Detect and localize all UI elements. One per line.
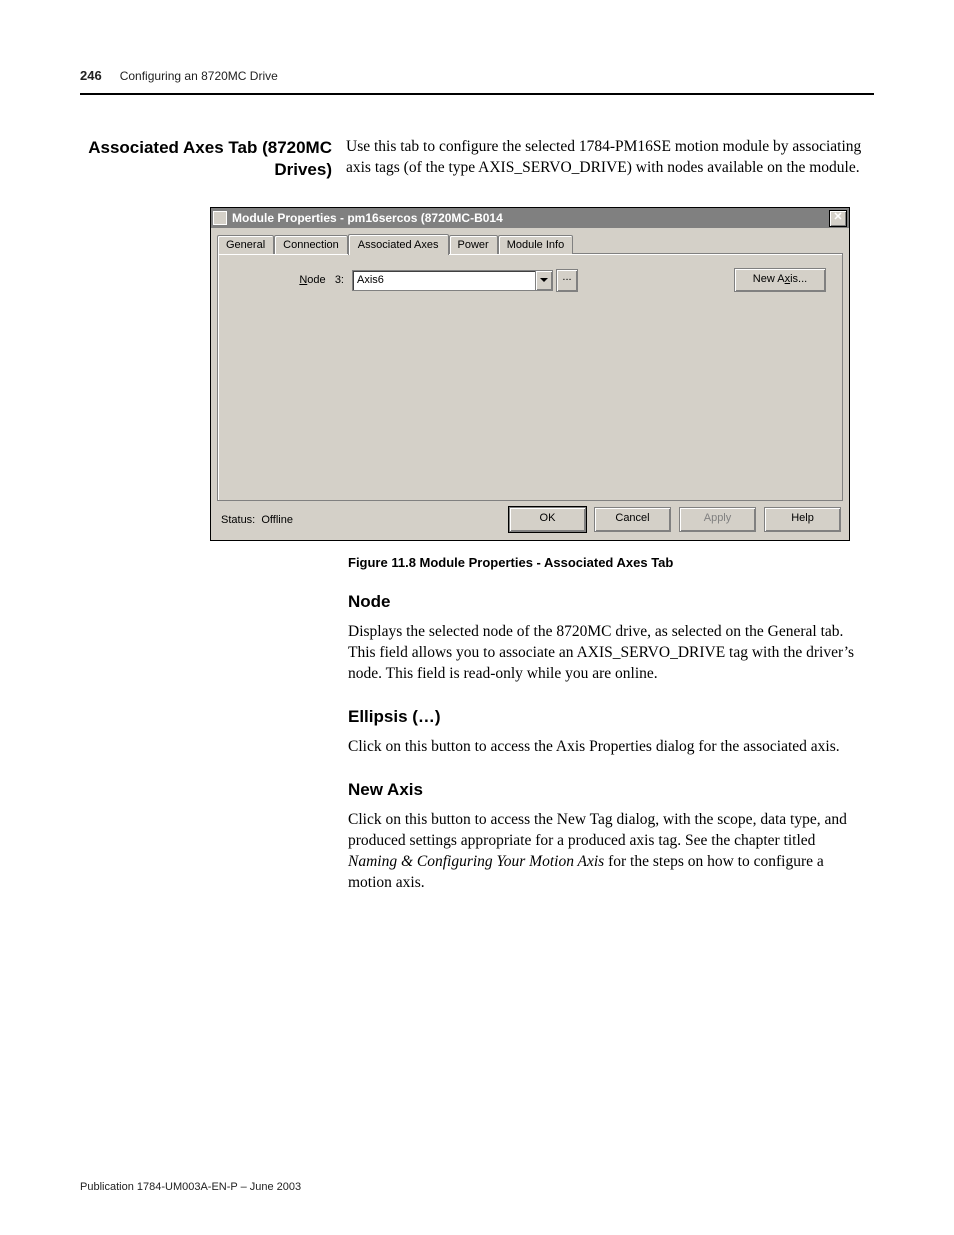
module-properties-dialog: Module Properties - pm16sercos (8720MC-B… xyxy=(210,207,850,541)
window-icon xyxy=(213,211,227,225)
new-axis-button[interactable]: New Axis... xyxy=(734,268,826,292)
heading-ellipsis: Ellipsis (…) xyxy=(348,707,864,727)
node-label: Node 3: xyxy=(234,274,352,286)
ellipsis-button[interactable]: ... xyxy=(556,269,578,292)
node-row: Node 3: ... New Axis... xyxy=(234,268,826,292)
dialog-screenshot: Module Properties - pm16sercos (8720MC-B… xyxy=(210,207,850,541)
tab-general[interactable]: General xyxy=(217,235,274,254)
running-header: 246 Configuring an 8720MC Drive xyxy=(80,68,874,95)
tab-power[interactable]: Power xyxy=(449,235,498,254)
heading-node: Node xyxy=(348,592,864,612)
tab-module-info[interactable]: Module Info xyxy=(498,235,573,254)
ok-button[interactable]: OK xyxy=(509,507,586,532)
paragraph-node: Displays the selected node of the 8720MC… xyxy=(348,622,864,685)
chevron-down-icon xyxy=(540,278,548,282)
heading-new-axis: New Axis xyxy=(348,780,864,800)
new-axis-suffix: is... xyxy=(790,273,807,285)
section-intro: Associated Axes Tab (8720MC Drives) Use … xyxy=(80,137,874,181)
intro-paragraph: Use this tab to configure the selected 1… xyxy=(346,137,874,181)
node-label-rest: ode 3: xyxy=(307,274,344,286)
tab-page-associated-axes: Node 3: ... New Axis... xyxy=(217,253,843,501)
dialog-footer: Status: Offline OK Cancel Apply Help xyxy=(211,501,849,540)
section-heading-line2: Drives) xyxy=(80,159,332,181)
body-text: Node Displays the selected node of the 8… xyxy=(348,592,864,893)
cancel-button[interactable]: Cancel xyxy=(594,507,671,532)
tab-connection[interactable]: Connection xyxy=(274,235,348,254)
axis-combobox-input[interactable] xyxy=(352,270,536,291)
tabs-area: General Connection Associated Axes Power… xyxy=(211,228,849,501)
help-button[interactable]: Help xyxy=(764,507,841,532)
titlebar: Module Properties - pm16sercos (8720MC-B… xyxy=(211,208,849,228)
page-number: 246 xyxy=(80,68,102,83)
chapter-title: Configuring an 8720MC Drive xyxy=(120,69,278,83)
paragraph-new-axis: Click on this button to access the New T… xyxy=(348,810,864,894)
close-button[interactable]: ✕ xyxy=(829,210,847,227)
axis-combobox xyxy=(352,270,553,291)
page: 246 Configuring an 8720MC Drive Associat… xyxy=(0,0,954,1235)
publication-footer: Publication 1784-UM003A-EN-P – June 2003 xyxy=(80,1181,301,1193)
new-axis-body-prefix: Click on this button to access the New T… xyxy=(348,811,847,849)
axis-combobox-dropdown-button[interactable] xyxy=(536,270,553,291)
figure-caption: Figure 11.8 Module Properties - Associat… xyxy=(348,555,874,570)
tabstrip: General Connection Associated Axes Power… xyxy=(217,234,843,254)
paragraph-ellipsis: Click on this button to access the Axis … xyxy=(348,737,864,758)
new-axis-prefix: New A xyxy=(753,273,785,285)
section-heading: Associated Axes Tab (8720MC Drives) xyxy=(80,137,332,181)
window-title: Module Properties - pm16sercos (8720MC-B… xyxy=(232,211,824,225)
apply-button: Apply xyxy=(679,507,756,532)
tab-associated-axes[interactable]: Associated Axes xyxy=(348,234,449,255)
status-label: Status: Offline xyxy=(221,514,293,526)
section-heading-line1: Associated Axes Tab (8720MC xyxy=(80,137,332,159)
new-axis-body-italic: Naming & Configuring Your Motion Axis xyxy=(348,853,604,870)
